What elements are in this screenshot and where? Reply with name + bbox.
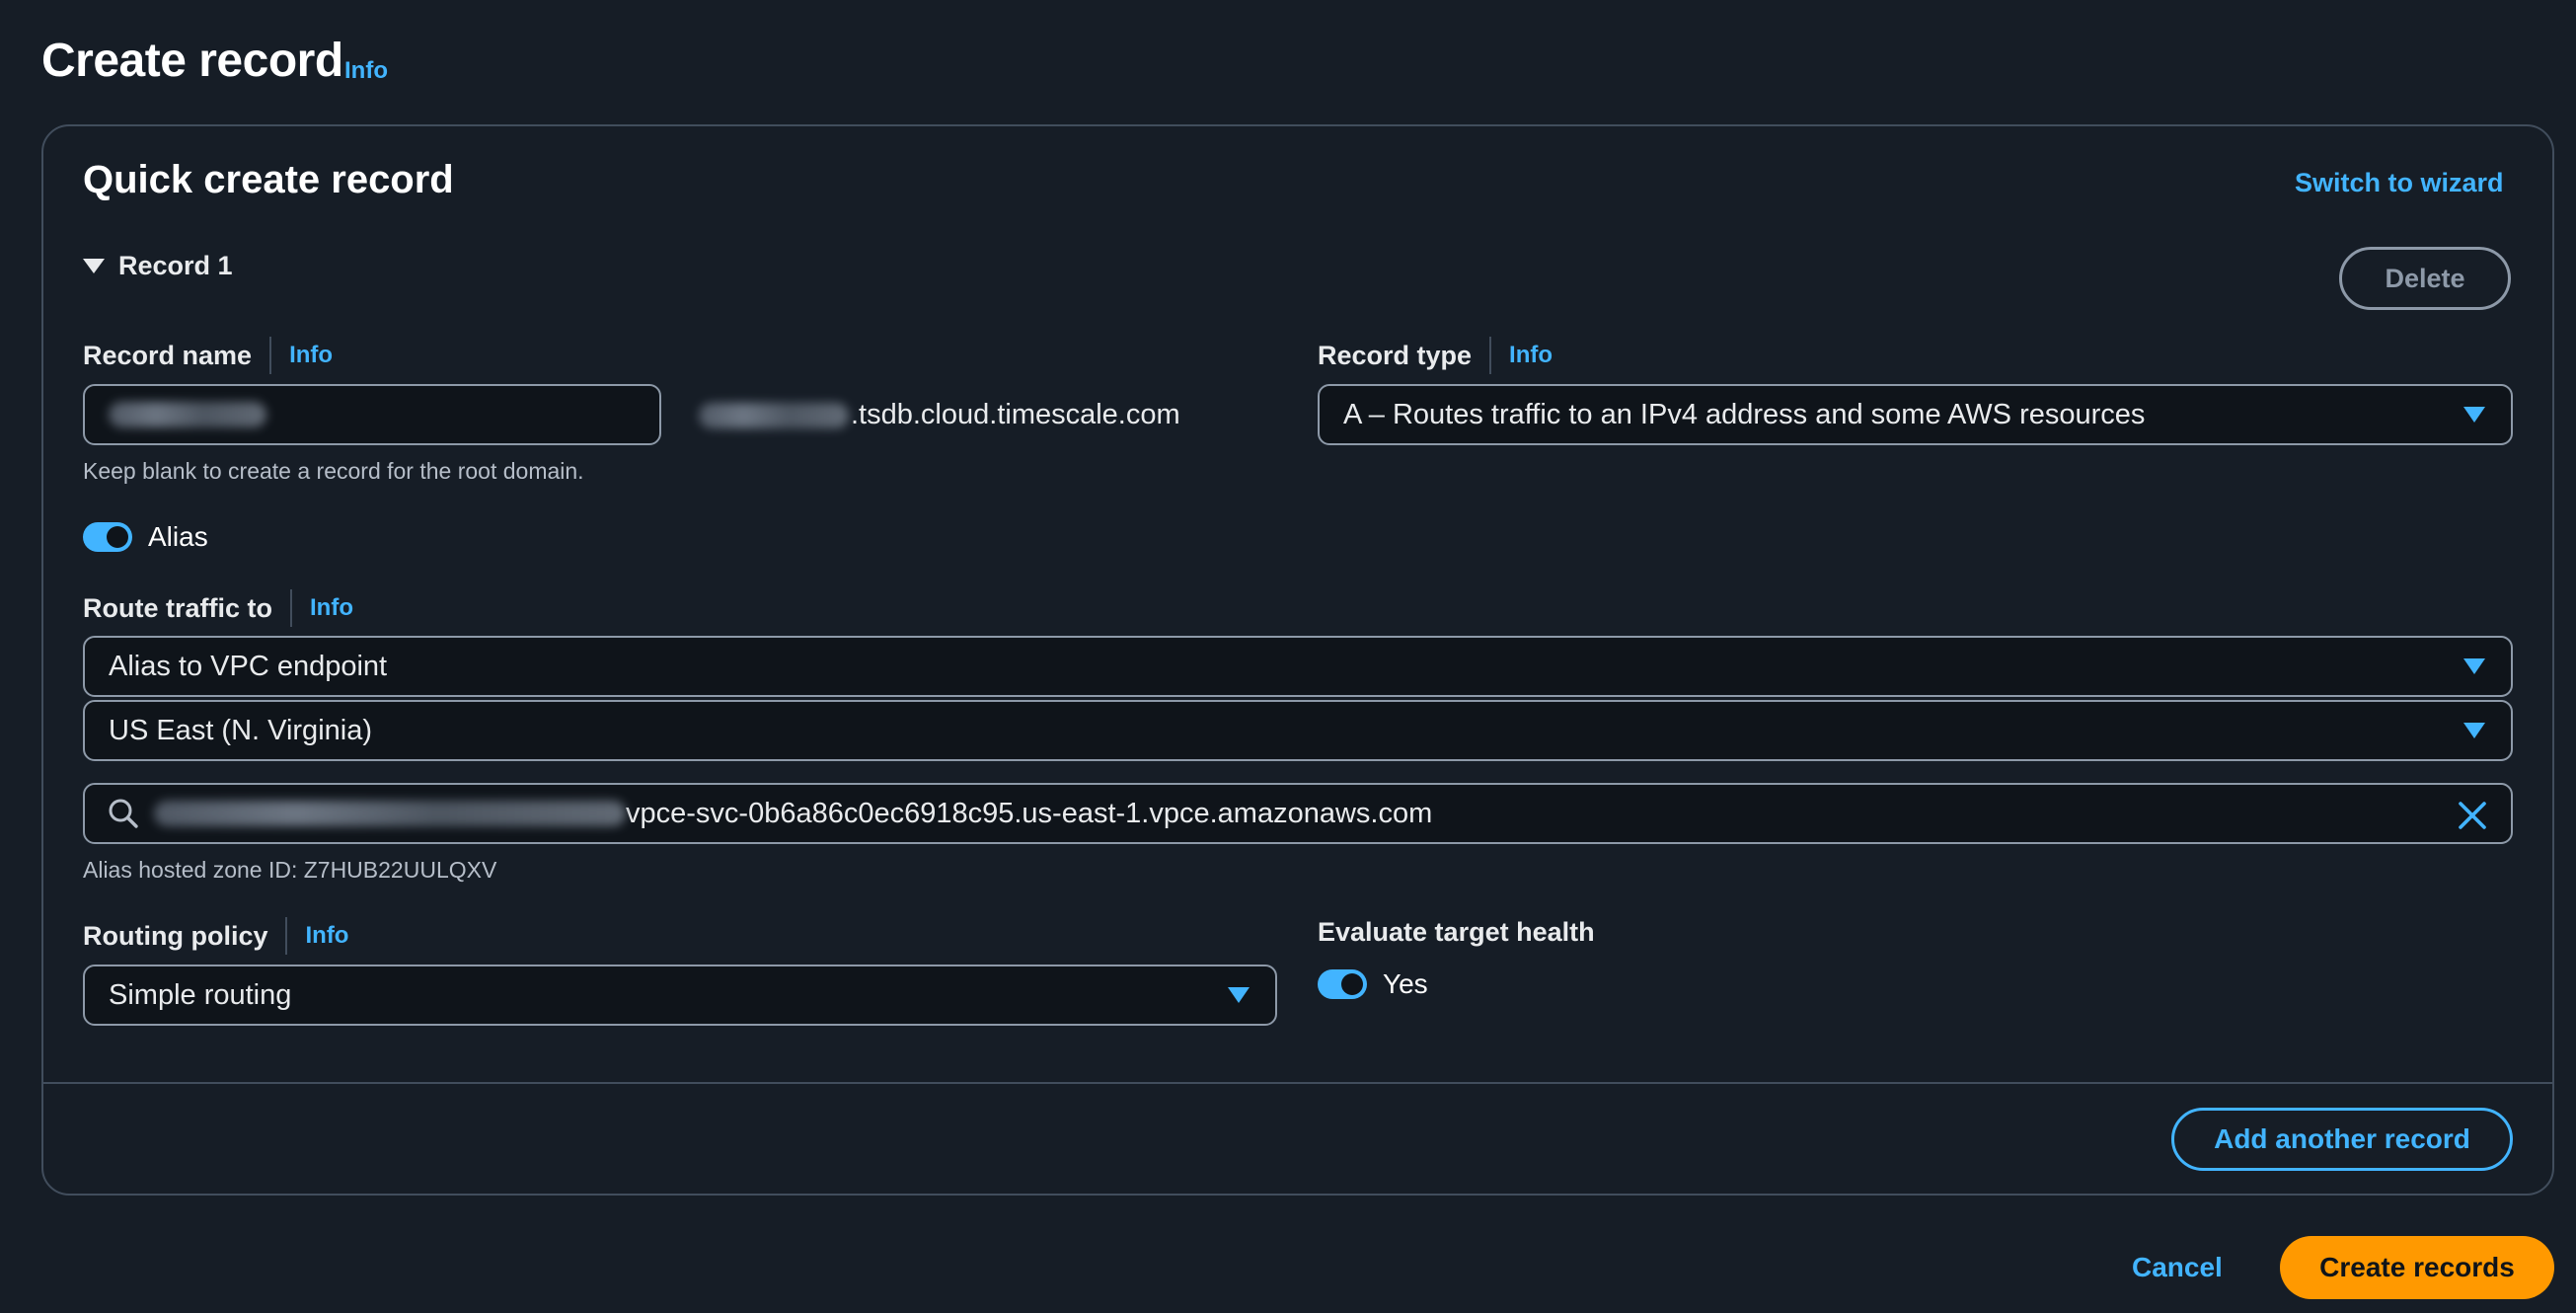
- routing-policy-value: Simple routing: [109, 978, 292, 1011]
- record-name-input[interactable]: [83, 384, 661, 445]
- route-traffic-info-link[interactable]: Info: [310, 594, 353, 622]
- select-caret-icon: [1228, 987, 1250, 1003]
- redacted-text: [109, 402, 266, 427]
- page-info-link[interactable]: Info: [344, 57, 388, 85]
- clear-icon[interactable]: [2458, 801, 2487, 830]
- domain-suffix: .tsdb.cloud.timescale.com: [699, 399, 1180, 431]
- label-separator: [290, 589, 292, 627]
- alias-label: Alias: [148, 521, 208, 552]
- endpoint-search-value: vpce-svc-0b6a86c0ec6918c95.us-east-1.vpc…: [626, 797, 1433, 829]
- label-separator: [269, 337, 272, 374]
- endpoint-type-select[interactable]: Alias to VPC endpoint: [83, 636, 2513, 697]
- record-type-value: A – Routes traffic to an IPv4 address an…: [1343, 398, 2146, 430]
- switch-to-wizard-link[interactable]: Switch to wizard: [2295, 168, 2504, 198]
- record-type-select[interactable]: A – Routes traffic to an IPv4 address an…: [1318, 384, 2513, 445]
- record-expand-toggle[interactable]: Record 1: [83, 251, 233, 281]
- cancel-button[interactable]: Cancel: [2132, 1252, 2223, 1283]
- evaluate-health-label-row: Evaluate target health: [1318, 917, 1595, 948]
- select-caret-icon: [2463, 407, 2485, 423]
- record-type-label: Record type: [1318, 340, 1473, 370]
- panel-title: Quick create record: [83, 158, 454, 201]
- label-separator: [285, 917, 288, 955]
- alias-toggle[interactable]: [83, 522, 132, 552]
- route-traffic-label-row: Route traffic to Info: [83, 589, 353, 627]
- route-traffic-label: Route traffic to: [83, 592, 272, 623]
- evaluate-health-toggle[interactable]: [1318, 969, 1367, 999]
- panel-footer-divider: [41, 1082, 2554, 1084]
- record-name-hint: Keep blank to create a record for the ro…: [83, 458, 584, 484]
- evaluate-health-value: Yes: [1383, 968, 1428, 999]
- hosted-zone-id: Alias hosted zone ID: Z7HUB22UULQXV: [83, 857, 497, 883]
- endpoint-search-input[interactable]: vpce-svc-0b6a86c0ec6918c95.us-east-1.vpc…: [83, 783, 2513, 844]
- label-separator: [1489, 337, 1492, 374]
- add-another-record-button[interactable]: Add another record: [2171, 1108, 2513, 1171]
- routing-policy-label: Routing policy: [83, 920, 268, 951]
- record-name-label-row: Record name Info: [83, 337, 333, 374]
- caret-down-icon: [83, 259, 105, 273]
- endpoint-type-value: Alias to VPC endpoint: [109, 650, 388, 682]
- domain-suffix-text: .tsdb.cloud.timescale.com: [851, 399, 1180, 430]
- create-records-button[interactable]: Create records: [2280, 1236, 2554, 1299]
- select-caret-icon: [2463, 723, 2485, 738]
- routing-policy-info-link[interactable]: Info: [305, 922, 348, 950]
- evaluate-health-toggle-row: Yes: [1318, 968, 1428, 1000]
- region-value: US East (N. Virginia): [109, 714, 372, 746]
- delete-button[interactable]: Delete: [2339, 247, 2511, 310]
- page-title: Create record: [41, 35, 343, 87]
- redacted-text: [154, 801, 626, 826]
- routing-policy-label-row: Routing policy Info: [83, 917, 348, 955]
- region-select[interactable]: US East (N. Virginia): [83, 700, 2513, 761]
- record-name-info-link[interactable]: Info: [289, 342, 333, 369]
- record-name-label: Record name: [83, 340, 253, 370]
- evaluate-health-label: Evaluate target health: [1318, 917, 1595, 947]
- alias-toggle-row: Alias: [83, 521, 208, 553]
- search-icon: [109, 799, 138, 828]
- record-header: Record 1: [118, 251, 233, 280]
- record-type-info-link[interactable]: Info: [1509, 342, 1553, 369]
- redacted-text: [699, 402, 849, 428]
- routing-policy-select[interactable]: Simple routing: [83, 965, 1277, 1026]
- select-caret-icon: [2463, 658, 2485, 674]
- record-type-label-row: Record type Info: [1318, 337, 1553, 374]
